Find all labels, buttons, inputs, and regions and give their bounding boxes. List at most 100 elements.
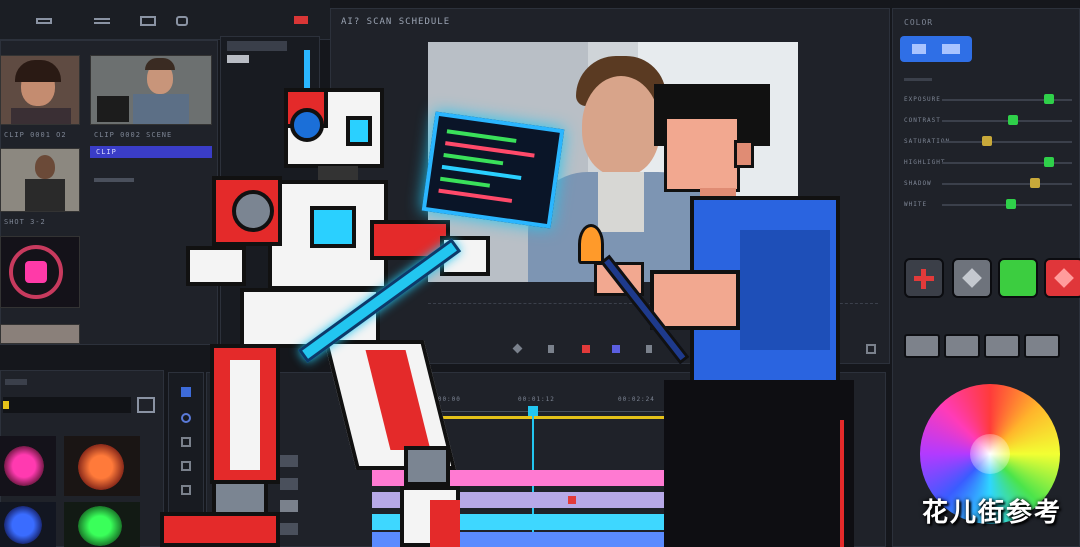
selected-clip-label: CLIP <box>96 148 117 156</box>
media-thumb-man[interactable] <box>90 55 212 125</box>
track-header[interactable] <box>280 500 298 512</box>
green-button[interactable] <box>998 258 1038 298</box>
effect-orb <box>78 506 122 546</box>
slider-track[interactable] <box>942 141 1072 143</box>
slider-knob[interactable] <box>1044 94 1054 104</box>
man-ear <box>734 140 754 168</box>
slider-knob[interactable] <box>1030 178 1040 188</box>
diamond-icon <box>1054 268 1074 288</box>
robot-ear <box>290 108 324 142</box>
robot-foot-left-red <box>160 512 280 547</box>
slider-track[interactable] <box>942 183 1072 185</box>
transport-record-icon[interactable] <box>582 345 590 353</box>
slider-label: SHADOW <box>904 180 932 187</box>
track-header[interactable] <box>280 455 298 467</box>
bin-header-bar <box>227 41 287 51</box>
effects-image-icon[interactable] <box>137 397 155 413</box>
slider-label: EXPOSURE <box>904 96 941 103</box>
effect-tile-orange[interactable] <box>64 436 140 496</box>
media-thumb-woman[interactable] <box>0 55 80 125</box>
transport-next-icon[interactable] <box>646 345 652 353</box>
shirt <box>11 108 71 124</box>
diamond-icon <box>962 268 982 288</box>
robot-chest-screen <box>310 206 356 248</box>
slider-label: WHITE <box>904 201 928 208</box>
slider-knob[interactable] <box>1044 157 1054 167</box>
track-header[interactable] <box>280 523 298 535</box>
slider-knob[interactable] <box>1006 199 1016 209</box>
tool-icon[interactable] <box>181 387 191 397</box>
effects-search[interactable] <box>3 397 131 413</box>
man-arm <box>650 270 740 330</box>
code-screen <box>421 111 565 229</box>
top-toolbar <box>0 0 330 40</box>
slider-label: CONTRAST <box>904 117 941 124</box>
man-shirt-shade <box>740 230 830 350</box>
effect-orb <box>4 506 42 544</box>
record-icon[interactable] <box>294 16 308 24</box>
view-toggle-left-icon <box>912 44 926 54</box>
slider-track[interactable] <box>942 120 1072 122</box>
man-pants-outline <box>840 420 844 547</box>
slider-label: HIGHLIGHT <box>904 159 946 166</box>
fullscreen-icon[interactable] <box>866 344 876 354</box>
media-thumb-small[interactable] <box>0 324 80 344</box>
track-header[interactable] <box>280 478 298 490</box>
media-thumb-person[interactable] <box>0 148 80 212</box>
frame-icon[interactable] <box>140 16 156 26</box>
watermark-text: 花儿街参考 <box>921 498 1062 528</box>
tool-icon[interactable] <box>181 461 191 471</box>
tool-icon[interactable] <box>181 485 191 495</box>
preset-button-4[interactable] <box>1024 334 1060 358</box>
slider-knob[interactable] <box>1008 115 1018 125</box>
laptop <box>97 96 129 122</box>
effect-tile-blue[interactable] <box>0 502 56 547</box>
robot-knee <box>404 446 450 486</box>
toolbar-icon[interactable] <box>36 18 52 24</box>
ring-core <box>25 261 47 283</box>
media-thumb-effect[interactable] <box>0 236 80 308</box>
link-icon[interactable] <box>176 16 188 26</box>
tool-icon[interactable] <box>181 437 191 447</box>
preset-button-2[interactable] <box>944 334 980 358</box>
slider-knob[interactable] <box>982 136 992 146</box>
robot-arm-left <box>186 246 246 286</box>
list-row <box>94 178 134 182</box>
media-label: SHOT 3-2 <box>4 218 46 226</box>
preset-button-1[interactable] <box>904 334 940 358</box>
preset-button-3[interactable] <box>984 334 1020 358</box>
code-line <box>439 176 491 188</box>
code-line <box>443 152 504 166</box>
view-toggle-right-icon <box>942 44 960 54</box>
media-label: CLIP 0002 SCENE <box>94 131 173 139</box>
code-line <box>438 188 513 203</box>
inspector-title: COLOR <box>904 18 934 27</box>
plus-icon-v <box>921 269 926 289</box>
hair <box>15 60 61 82</box>
add-button[interactable] <box>904 258 944 298</box>
slider-group: EXPOSURE CONTRAST SATURATION HIGHLIGHT S… <box>896 72 1080 222</box>
color-wheel-center <box>970 434 1010 474</box>
shirt <box>25 179 65 211</box>
robot-shoulder <box>232 190 274 232</box>
diamond-button[interactable] <box>952 258 992 298</box>
face <box>35 155 55 179</box>
tool-icon[interactable] <box>181 413 191 423</box>
code-line <box>446 129 517 143</box>
person-face <box>582 76 660 176</box>
red-diamond-button[interactable] <box>1044 258 1080 298</box>
man-pants <box>664 380 854 547</box>
hair <box>145 58 175 70</box>
clip-marker <box>568 496 576 504</box>
effect-tile-pink[interactable] <box>0 436 56 496</box>
selected-clip-bar[interactable]: CLIP <box>90 146 212 158</box>
effect-orb <box>78 444 124 490</box>
transport-stop-icon[interactable] <box>548 345 554 353</box>
transport-loop-icon[interactable] <box>612 345 620 353</box>
preview-title: AI? SCAN SCHEDULE <box>341 17 451 27</box>
menu-icon[interactable] <box>94 18 110 24</box>
effect-tile-green[interactable] <box>64 502 140 547</box>
playhead-handle[interactable] <box>528 406 538 416</box>
effects-header-bar <box>5 379 27 385</box>
view-toggle-button[interactable] <box>900 36 972 62</box>
